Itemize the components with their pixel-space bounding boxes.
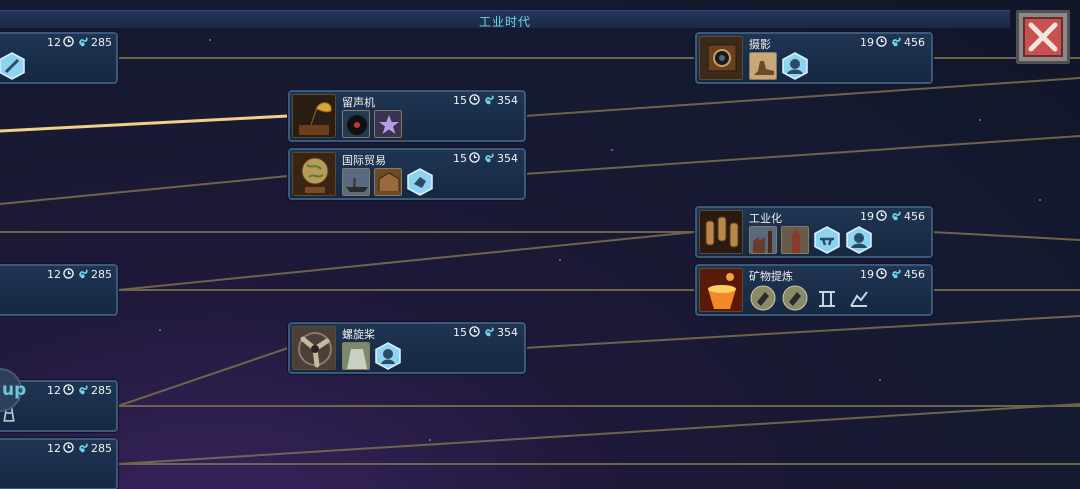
factory-unlock-icon[interactable] <box>749 226 777 254</box>
resource-unlock-icon[interactable] <box>781 284 809 312</box>
resource-unlock-icon[interactable] <box>749 284 777 312</box>
sphinx-unlock-icon[interactable] <box>749 52 777 80</box>
tech-card-left-1[interactable]: 12 285 <box>0 32 118 84</box>
tech-name: 工业化 <box>749 212 782 225</box>
turns-icon <box>63 36 74 47</box>
tech-card-photography[interactable]: 摄影 19 456 <box>695 32 933 84</box>
tech-cost: 19 456 <box>860 36 925 49</box>
tech-name: 矿物提炼 <box>749 270 793 283</box>
turns-icon <box>469 152 480 163</box>
propeller-icon <box>292 326 336 370</box>
tech-card-gramophone[interactable]: 留声机 15 354 <box>288 90 526 142</box>
tech-cost: 12 285 <box>47 384 112 397</box>
tech-card-industrialization[interactable]: 工业化 19 456 <box>695 206 933 258</box>
tech-cost: 12 285 <box>47 268 112 281</box>
tech-name: 摄影 <box>749 38 771 51</box>
science-icon <box>891 36 902 47</box>
tech-card-international-trade[interactable]: 国际贸易 15 354 <box>288 148 526 200</box>
science-icon <box>484 326 495 337</box>
tech-cost: 19 456 <box>860 268 925 281</box>
era-header: 工业时代 <box>0 10 1010 29</box>
tech-cost: 12 285 <box>47 442 112 455</box>
science-icon <box>78 36 89 47</box>
tech-name: 留声机 <box>342 96 375 109</box>
trade-route-unlock-icon[interactable] <box>406 168 434 196</box>
tech-card-left-2[interactable]: 12 285 <box>0 264 118 316</box>
science-icon <box>78 268 89 279</box>
sailor-unlock-icon[interactable] <box>374 342 402 370</box>
turns-icon <box>63 384 74 395</box>
science-icon <box>78 442 89 453</box>
great-person-unlock-icon[interactable] <box>374 110 402 138</box>
tech-cost: 19 456 <box>860 210 925 223</box>
drone-unlock-icon[interactable] <box>813 226 841 254</box>
ship-unlock-icon[interactable] <box>342 168 370 196</box>
tech-cost: 12 285 <box>47 36 112 49</box>
science-icon <box>78 384 89 395</box>
tech-cost: 15 354 <box>453 94 518 107</box>
quarry-unlock-icon[interactable] <box>845 284 873 312</box>
turns-icon <box>63 268 74 279</box>
tech-name: 国际贸易 <box>342 154 386 167</box>
turns-icon <box>876 36 887 47</box>
camera-icon <box>699 36 743 80</box>
dam-unlock-icon[interactable] <box>342 342 370 370</box>
tech-card-left-4[interactable]: 12 285 <box>0 438 118 489</box>
turns-icon <box>876 268 887 279</box>
close-button[interactable] <box>1016 10 1070 64</box>
science-icon <box>484 94 495 105</box>
guitar-unlock-icon[interactable] <box>0 52 26 80</box>
turns-icon <box>876 210 887 221</box>
science-icon <box>891 210 902 221</box>
tech-card-mineral-refining[interactable]: 矿物提炼 19 456 <box>695 264 933 316</box>
era-title: 工业时代 <box>478 15 531 29</box>
close-icon <box>1028 22 1058 52</box>
market-unlock-icon[interactable] <box>374 168 402 196</box>
turns-icon <box>469 326 480 337</box>
smelting-icon <box>699 268 743 312</box>
tech-cost: 15 354 <box>453 326 518 339</box>
science-icon <box>484 152 495 163</box>
mine-unlock-icon[interactable] <box>813 284 841 312</box>
tech-card-propeller[interactable]: 螺旋桨 15 354 <box>288 322 526 374</box>
record-unlock-icon[interactable] <box>342 110 370 138</box>
agent-unlock-icon[interactable] <box>781 52 809 80</box>
engineer-unlock-icon[interactable] <box>845 226 873 254</box>
tower-unlock-icon[interactable] <box>781 226 809 254</box>
tech-name: 螺旋桨 <box>342 328 375 341</box>
shells-icon <box>699 210 743 254</box>
science-icon <box>891 268 902 279</box>
turns-icon <box>63 442 74 453</box>
gramophone-icon <box>292 94 336 138</box>
globe-icon <box>292 152 336 196</box>
turns-icon <box>469 94 480 105</box>
tech-cost: 15 354 <box>453 152 518 165</box>
